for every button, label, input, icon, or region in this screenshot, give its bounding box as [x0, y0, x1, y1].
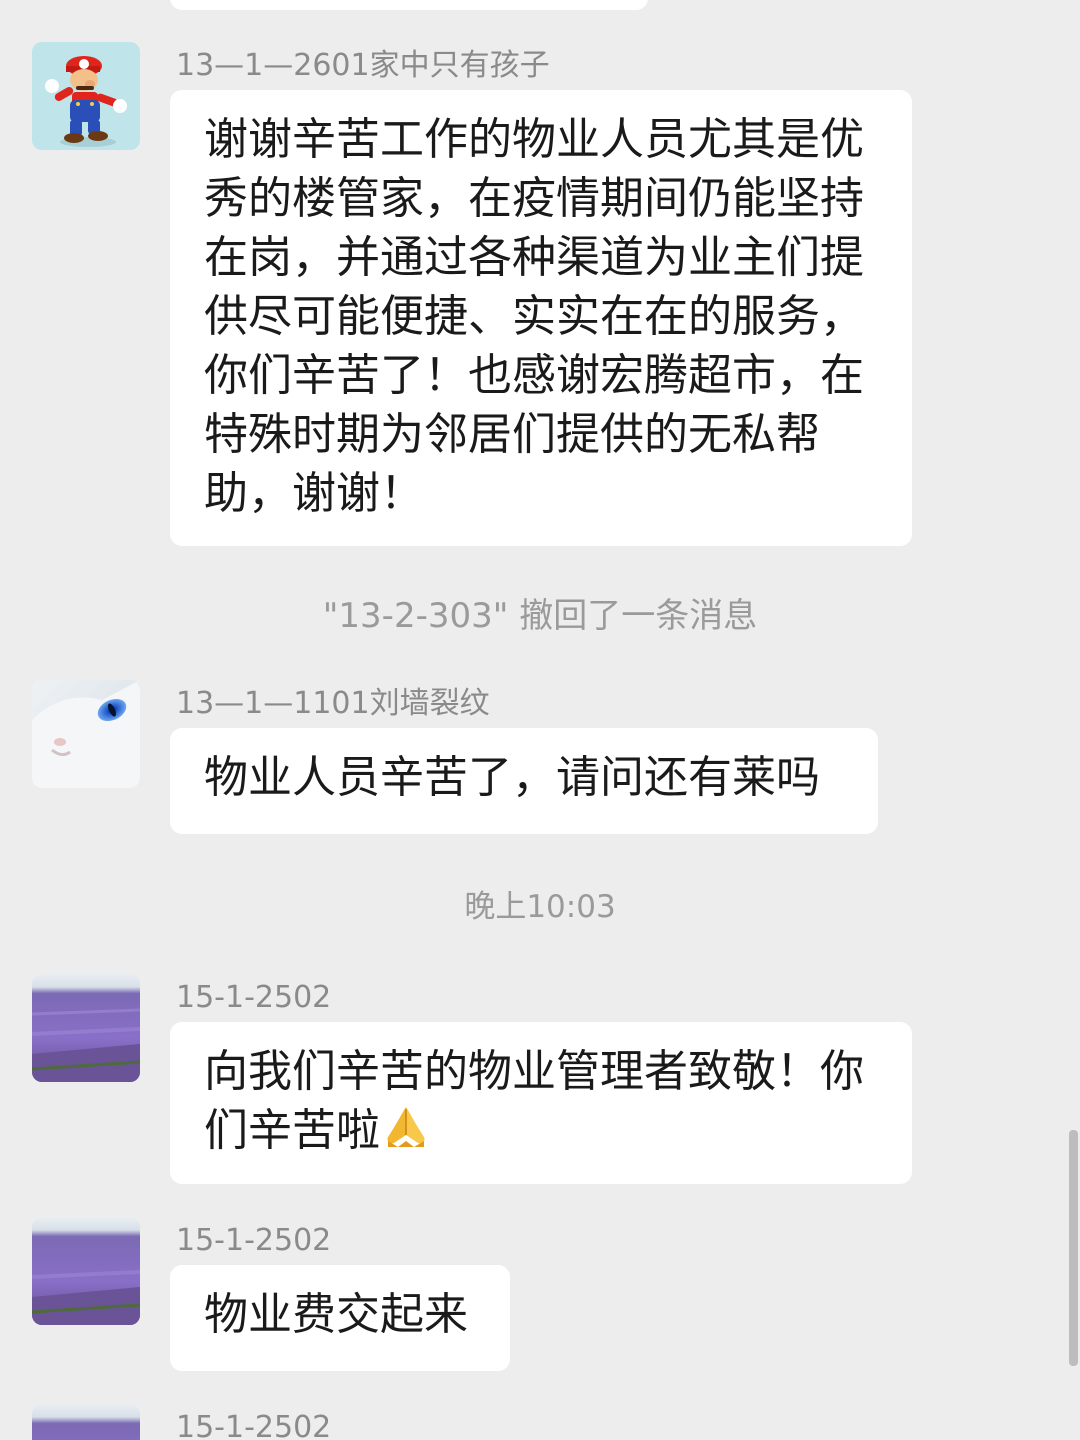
previous-message-bubble[interactable]	[170, 0, 648, 10]
mario-avatar-image	[32, 42, 140, 150]
sender-name: 15-1-2502	[176, 1410, 332, 1440]
lavender-field-avatar[interactable]	[32, 1404, 140, 1440]
message-text: 向我们辛苦的物业管理者致敬！你们辛苦啦	[204, 1046, 864, 1156]
lavender-field-avatar[interactable]	[32, 974, 140, 1082]
message-bubble[interactable]: 谢谢辛苦工作的物业人员尤其是优秀的楼管家，在疫情期间仍能坚持在岗，并通过各种渠道…	[170, 90, 912, 546]
message-bubble[interactable]: 物业人员辛苦了，请问还有莱吗	[170, 728, 878, 834]
timestamp: 晚上10:03	[464, 889, 616, 925]
sender-name: 15-1-2502	[176, 980, 332, 1015]
lavender-field-avatar-image	[32, 974, 140, 1082]
mario-avatar[interactable]	[32, 42, 140, 150]
sender-name: 13—1—1101刘墙裂纹	[176, 686, 490, 721]
message-text: 物业费交起来	[204, 1289, 468, 1340]
message-bubble[interactable]: 物业费交起来	[170, 1265, 510, 1371]
sender-name: 13—1—2601家中只有孩子	[176, 48, 550, 83]
message-bubble[interactable]: 向我们辛苦的物业管理者致敬！你们辛苦啦	[170, 1022, 912, 1184]
recall-notice: "13-2-303" 撤回了一条消息	[322, 596, 758, 636]
sender-name: 15-1-2502	[176, 1223, 332, 1258]
chat-window[interactable]: 13—1—2601家中只有孩子 谢谢辛苦工作的物业人员尤其是优秀的楼管家，在疫情…	[0, 0, 1080, 1440]
lavender-field-avatar-image	[32, 1404, 140, 1440]
lavender-field-avatar-image	[32, 1217, 140, 1325]
white-cat-avatar[interactable]	[32, 680, 140, 788]
message-text: 物业人员辛苦了，请问还有莱吗	[204, 752, 820, 803]
praying-hands-icon	[380, 1101, 432, 1153]
lavender-field-avatar[interactable]	[32, 1217, 140, 1325]
message-text: 谢谢辛苦工作的物业人员尤其是优秀的楼管家，在疫情期间仍能坚持在岗，并通过各种渠道…	[204, 114, 864, 519]
scrollbar[interactable]	[1069, 1130, 1078, 1366]
white-cat-avatar-image	[32, 680, 140, 788]
